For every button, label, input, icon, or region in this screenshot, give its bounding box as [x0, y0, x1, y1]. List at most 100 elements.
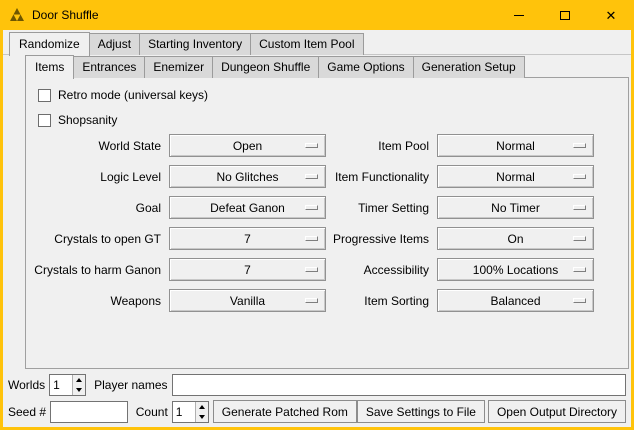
goal-value: Defeat Ganon	[210, 201, 285, 215]
logic-level-value: No Glitches	[216, 170, 278, 184]
item-pool-value: Normal	[496, 139, 535, 153]
tab-items[interactable]: Items	[25, 55, 74, 79]
options-grid: World State Open Item Pool Normal Logic …	[27, 130, 595, 316]
tab-starting-inventory[interactable]: Starting Inventory	[139, 33, 251, 55]
item-pool-dropdown[interactable]: Normal	[437, 134, 594, 157]
timer-setting-value: No Timer	[491, 201, 540, 215]
minimize-icon	[514, 15, 524, 16]
item-functionality-value: Normal	[496, 170, 535, 184]
window-title: Door Shuffle	[32, 8, 99, 22]
tab-dungeon-shuffle[interactable]: Dungeon Shuffle	[212, 56, 319, 78]
crystals-gt-dropdown[interactable]: 7	[169, 227, 326, 250]
minimize-button[interactable]	[496, 0, 542, 30]
crystals-gt-label: Crystals to open GT	[27, 232, 169, 246]
shopsanity-label: Shopsanity	[58, 113, 117, 127]
progressive-items-value: On	[507, 232, 523, 246]
dropdown-indicator-icon	[305, 205, 318, 210]
player-names-label: Player names	[94, 378, 167, 392]
maximize-button[interactable]	[542, 0, 588, 30]
titlebar[interactable]: Door Shuffle ✕	[0, 0, 634, 30]
dropdown-indicator-icon	[573, 298, 586, 303]
weapons-value: Vanilla	[230, 294, 265, 308]
app-icon	[9, 7, 25, 23]
generate-rom-button[interactable]: Generate Patched Rom	[213, 400, 357, 423]
goal-label: Goal	[27, 201, 169, 215]
items-pane: Retro mode (universal keys) Shopsanity W…	[25, 77, 629, 369]
dropdown-indicator-icon	[573, 267, 586, 272]
dropdown-indicator-icon	[305, 298, 318, 303]
count-spin-buttons	[195, 402, 208, 422]
timer-setting-label: Timer Setting	[327, 201, 437, 215]
item-sorting-label: Item Sorting	[327, 294, 437, 308]
dropdown-indicator-icon	[573, 174, 586, 179]
crystals-ganon-value: 7	[244, 263, 251, 277]
dropdown-indicator-icon	[573, 236, 586, 241]
item-functionality-dropdown[interactable]: Normal	[437, 165, 594, 188]
inner-tabstrip: Items Entrances Enemizer Dungeon Shuffle…	[25, 57, 525, 78]
goal-dropdown[interactable]: Defeat Ganon	[169, 196, 326, 219]
retro-mode-checkbox[interactable]	[38, 89, 51, 102]
maximize-icon	[560, 11, 570, 20]
world-state-dropdown[interactable]: Open	[169, 134, 326, 157]
outer-tabstrip: Randomize Adjust Starting Inventory Cust…	[9, 32, 364, 55]
tab-generation-setup[interactable]: Generation Setup	[413, 56, 525, 78]
shopsanity-checkbox[interactable]	[38, 114, 51, 127]
logic-level-dropdown[interactable]: No Glitches	[169, 165, 326, 188]
worlds-spin-buttons	[72, 375, 85, 395]
logic-level-label: Logic Level	[27, 170, 169, 184]
tab-game-options[interactable]: Game Options	[318, 56, 413, 78]
retro-mode-label: Retro mode (universal keys)	[58, 88, 208, 102]
dropdown-indicator-icon	[305, 174, 318, 179]
tab-enemizer[interactable]: Enemizer	[144, 56, 213, 78]
count-spinbox[interactable]	[172, 401, 209, 423]
weapons-dropdown[interactable]: Vanilla	[169, 289, 326, 312]
spin-down-icon[interactable]	[73, 385, 85, 395]
item-functionality-label: Item Functionality	[327, 170, 437, 184]
close-icon: ✕	[606, 9, 617, 22]
world-state-label: World State	[27, 139, 169, 153]
app-window: Door Shuffle ✕ Randomize Adjust Starting…	[0, 0, 634, 430]
spin-up-icon[interactable]	[196, 402, 208, 412]
crystals-ganon-dropdown[interactable]: 7	[169, 258, 326, 281]
inner-notebook: Retro mode (universal keys) Shopsanity W…	[25, 57, 629, 369]
worlds-label: Worlds	[8, 378, 45, 392]
progressive-items-dropdown[interactable]: On	[437, 227, 594, 250]
progressive-items-label: Progressive Items	[327, 232, 437, 246]
count-input[interactable]	[173, 402, 195, 422]
worlds-spinbox[interactable]	[49, 374, 86, 396]
weapons-label: Weapons	[27, 294, 169, 308]
world-state-value: Open	[233, 139, 262, 153]
player-names-field-wrap	[172, 374, 627, 396]
dropdown-indicator-icon	[305, 143, 318, 148]
shopsanity-row: Shopsanity	[38, 113, 117, 127]
window-controls: ✕	[496, 0, 634, 30]
item-sorting-value: Balanced	[490, 294, 540, 308]
worlds-row: Worlds Player names	[8, 374, 626, 396]
spin-up-icon[interactable]	[73, 375, 85, 385]
open-output-button[interactable]: Open Output Directory	[488, 400, 626, 423]
accessibility-dropdown[interactable]: 100% Locations	[437, 258, 594, 281]
crystals-gt-value: 7	[244, 232, 251, 246]
seed-field-wrap	[50, 401, 128, 423]
worlds-input[interactable]	[50, 375, 72, 395]
seed-field[interactable]	[51, 402, 127, 422]
window-body: Randomize Adjust Starting Inventory Cust…	[3, 30, 631, 427]
close-button[interactable]: ✕	[588, 0, 634, 30]
timer-setting-dropdown[interactable]: No Timer	[437, 196, 594, 219]
tab-randomize[interactable]: Randomize	[9, 32, 90, 56]
tab-adjust[interactable]: Adjust	[89, 33, 140, 55]
tab-entrances[interactable]: Entrances	[73, 56, 145, 78]
seed-label: Seed #	[8, 405, 46, 419]
item-sorting-dropdown[interactable]: Balanced	[437, 289, 594, 312]
dropdown-indicator-icon	[305, 267, 318, 272]
spin-down-icon[interactable]	[196, 412, 208, 422]
dropdown-indicator-icon	[573, 143, 586, 148]
dropdown-indicator-icon	[305, 236, 318, 241]
accessibility-value: 100% Locations	[473, 263, 558, 277]
save-settings-button[interactable]: Save Settings to File	[357, 400, 485, 423]
item-pool-label: Item Pool	[327, 139, 437, 153]
seed-row: Seed # Count Generate Patched Rom Save S…	[8, 400, 626, 423]
count-label: Count	[136, 405, 168, 419]
player-names-field[interactable]	[173, 375, 626, 395]
tab-custom-item-pool[interactable]: Custom Item Pool	[250, 33, 363, 55]
